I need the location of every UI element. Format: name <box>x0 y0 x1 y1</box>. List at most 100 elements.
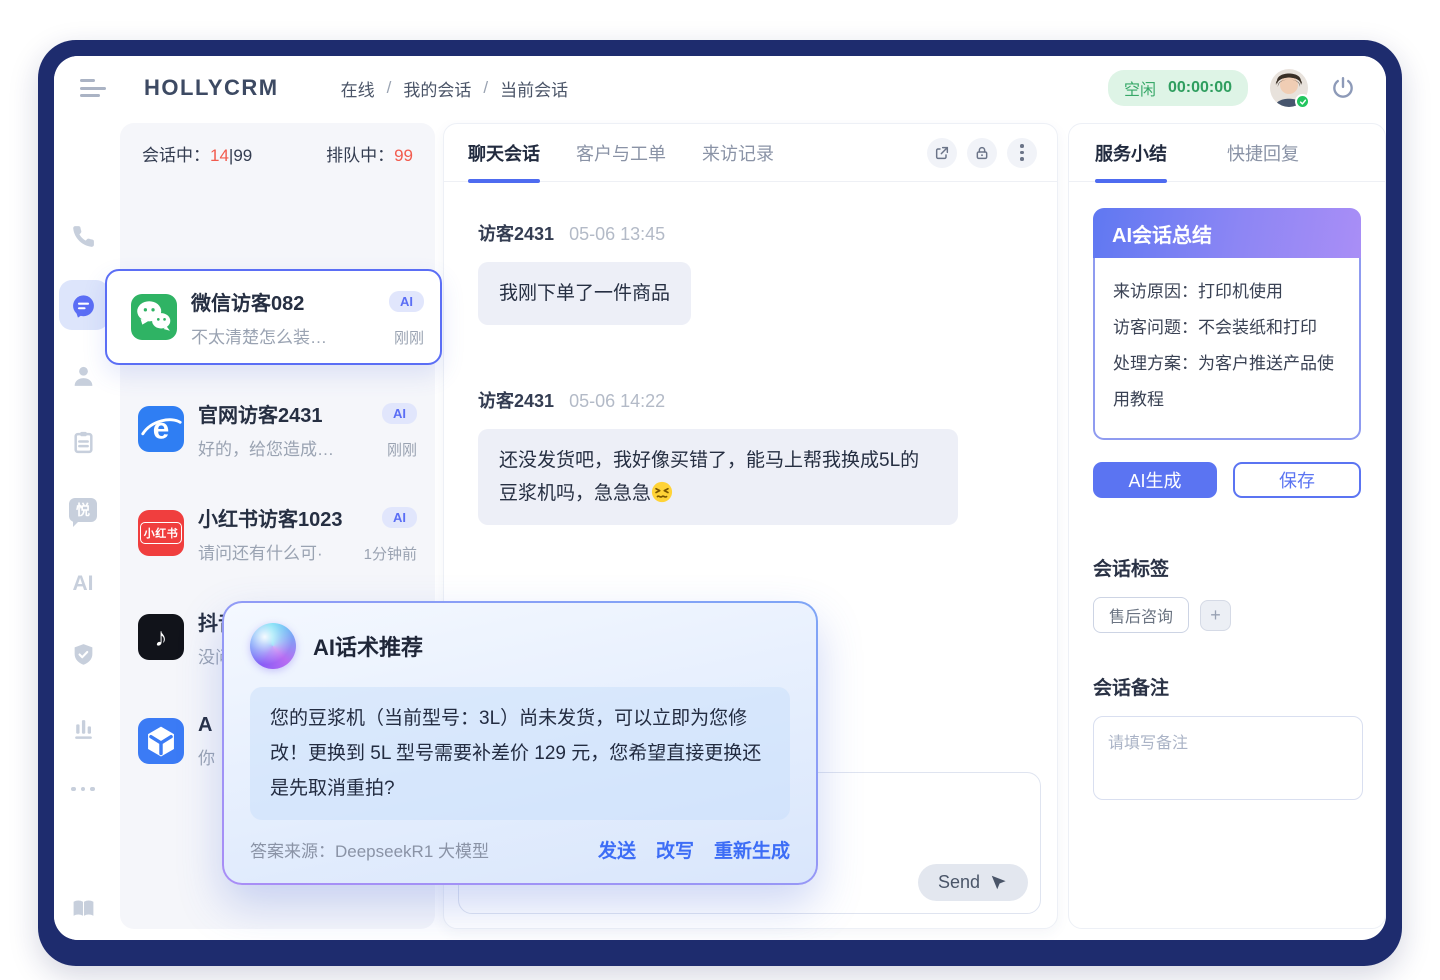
confounded-face-emoji <box>651 481 673 503</box>
tab-chat-session[interactable]: 聊天会话 <box>468 124 540 182</box>
ai-summary-body: 来访原因：打印机使用 访客问题：不会装纸和打印 处理方案：为客户推送产品使用教程 <box>1093 258 1361 440</box>
send-arrow-icon <box>989 873 1008 892</box>
conversation-preview: 不太清楚怎么装… <box>191 323 327 348</box>
conversation-item-xiaohongshu[interactable]: 小红书 小红书访客1023 AI 请问还有什么可· 1分钟前 <box>120 495 435 571</box>
ai-summary-card: AI会话总结 来访原因：打印机使用 访客问题：不会装纸和打印 处理方案：为客户推… <box>1093 208 1361 440</box>
conversation-time: 1分钟前 <box>364 543 417 564</box>
conversation-title: 官网访客2431 <box>198 399 323 428</box>
svg-text:e: e <box>153 413 170 446</box>
breadcrumb-separator: / <box>387 78 392 98</box>
save-button[interactable]: 保存 <box>1233 462 1361 498</box>
message-sender: 访客2431 <box>478 391 554 411</box>
wechat-icon <box>131 294 177 340</box>
tab-quick-replies[interactable]: 快捷回复 <box>1227 124 1299 182</box>
breadcrumb-item-online[interactable]: 在线 <box>341 76 375 101</box>
message-meta: 访客2431 05-06 13:45 <box>478 220 1023 246</box>
conversation-title: A <box>198 714 212 737</box>
message-timestamp: 05-06 14:22 <box>569 391 665 411</box>
popup-source: 答案来源：DeepseekR1 大模型 <box>250 837 489 862</box>
summary-line-reason: 来访原因：打印机使用 <box>1113 274 1341 310</box>
queue-count-value: 99 <box>394 146 413 165</box>
message-text: 还没发货吧，我好像买错了，能马上帮我换成5L的豆浆机吗，急急急 <box>499 450 919 504</box>
notes-heading: 会话备注 <box>1093 673 1361 700</box>
message-timestamp: 05-06 13:45 <box>569 224 665 244</box>
tags-row: 售后咨询 + <box>1093 597 1361 633</box>
popup-actions: 发送 改写 重新生成 <box>598 836 790 863</box>
tab-visit-history[interactable]: 来访记录 <box>702 124 774 182</box>
breadcrumb-separator: / <box>483 78 488 98</box>
clipboard-icon[interactable] <box>54 418 112 466</box>
more-icon[interactable] <box>54 765 112 813</box>
brand-logo: HOLLYCRM <box>144 75 279 101</box>
conversation-preview: 好的，给您造成… <box>198 435 334 460</box>
send-suggestion-button[interactable]: 发送 <box>598 836 636 863</box>
tab-service-summary[interactable]: 服务小结 <box>1095 124 1167 182</box>
tab-customer-workorder[interactable]: 客户与工单 <box>576 124 666 182</box>
knowledge-book-icon[interactable] <box>54 884 112 932</box>
active-count: 会话中：14|99 <box>142 141 252 166</box>
chat-icon-active[interactable] <box>54 282 112 330</box>
ai-label: AI <box>73 572 94 596</box>
app-canvas: HOLLYCRM 在线 / 我的会话 / 当前会话 空闲 00:00:00 <box>54 56 1386 940</box>
export-icon[interactable] <box>927 138 957 168</box>
ai-tools-icon[interactable]: AI <box>54 560 112 608</box>
status-label: 空闲 <box>1124 76 1156 100</box>
queue-count: 排队中：99 <box>326 141 413 166</box>
conversation-time: 刚刚 <box>387 439 417 460</box>
service-summary-panel: 服务小结 快捷回复 AI会话总结 来访原因：打印机使用 访客问题：不会装纸和打印… <box>1068 123 1386 929</box>
message-bubble: 还没发货吧，我好像买错了，能马上帮我换成5L的豆浆机吗，急急急 <box>478 429 958 525</box>
rewrite-button[interactable]: 改写 <box>656 836 694 863</box>
queue-label: 排队中： <box>326 146 394 165</box>
conversation-item-wechat[interactable]: 微信访客082 AI 不太清楚怎么装… 刚刚 <box>105 269 442 365</box>
agent-status-pill[interactable]: 空闲 00:00:00 <box>1108 70 1248 106</box>
browser-icon: e <box>138 406 184 452</box>
message-text: 我刚下单了一件商品 <box>499 283 670 304</box>
popup-suggestion-text: 您的豆浆机（当前型号：3L）尚未发货，可以立即为您修改！更换到 5L 型号需要补… <box>250 687 790 820</box>
yue-app-icon[interactable]: 悦 <box>54 486 112 534</box>
device-frame: HOLLYCRM 在线 / 我的会话 / 当前会话 空闲 00:00:00 <box>38 40 1402 966</box>
menu-icon[interactable] <box>80 79 106 97</box>
tag-after-sales[interactable]: 售后咨询 <box>1093 597 1189 633</box>
summary-line-problem: 访客问题：不会装纸和打印 <box>1113 310 1341 346</box>
message-meta: 访客2431 05-06 14:22 <box>478 387 1023 413</box>
ai-generate-button[interactable]: AI生成 <box>1093 462 1217 498</box>
breadcrumb-item-current-session[interactable]: 当前会话 <box>500 76 568 101</box>
conversation-preview: 请问还有什么可· <box>198 539 323 564</box>
ai-badge: AI <box>389 291 424 312</box>
notes-textarea[interactable] <box>1093 716 1363 800</box>
message-sender: 访客2431 <box>478 224 554 244</box>
douyin-icon: ♪ <box>138 614 184 660</box>
ai-summary-title: AI会话总结 <box>1093 208 1361 258</box>
power-icon[interactable] <box>1330 75 1356 101</box>
phone-icon[interactable] <box>54 212 112 260</box>
active-count-total: |99 <box>229 146 252 165</box>
avatar[interactable] <box>1270 69 1308 107</box>
regenerate-button[interactable]: 重新生成 <box>714 836 790 863</box>
xiaohongshu-icon: 小红书 <box>138 510 184 556</box>
conversation-item-web[interactable]: e 官网访客2431 AI 好的，给您造成… 刚刚 <box>120 391 435 467</box>
breadcrumb-item-my-sessions[interactable]: 我的会话 <box>403 76 471 101</box>
conversation-time: 刚刚 <box>394 327 424 348</box>
message-area: 访客2431 05-06 13:45 我刚下单了一件商品 访客2431 05-0… <box>444 182 1057 549</box>
kebab-menu-icon[interactable] <box>1007 138 1037 168</box>
add-tag-button[interactable]: + <box>1200 600 1231 631</box>
online-check-icon <box>1295 94 1310 109</box>
lock-icon[interactable] <box>967 138 997 168</box>
popup-title: AI话术推荐 <box>313 630 423 662</box>
summary-line-solution: 处理方案：为客户推送产品使用教程 <box>1113 346 1341 418</box>
ai-badge: AI <box>382 507 417 528</box>
bar-chart-icon[interactable] <box>54 704 112 752</box>
page-background: HOLLYCRM 在线 / 我的会话 / 当前会话 空闲 00:00:00 <box>0 0 1440 980</box>
yue-label: 悦 <box>76 500 90 520</box>
conversation-preview: 你 <box>198 744 215 769</box>
chat-tabs-bar: 聊天会话 客户与工单 来访记录 <box>444 124 1057 182</box>
music-note-glyph: ♪ <box>155 622 168 653</box>
ai-suggestion-popup: AI话术推荐 您的豆浆机（当前型号：3L）尚未发货，可以立即为您修改！更换到 5… <box>222 601 818 885</box>
send-button[interactable]: Send <box>918 864 1028 901</box>
conversation-title: 微信访客082 <box>191 287 304 316</box>
ai-badge: AI <box>382 403 417 424</box>
shield-check-icon[interactable] <box>54 630 112 678</box>
contacts-icon[interactable] <box>54 352 112 400</box>
icon-rail: 悦 AI <box>54 120 112 940</box>
ai-orb-icon <box>250 623 296 669</box>
